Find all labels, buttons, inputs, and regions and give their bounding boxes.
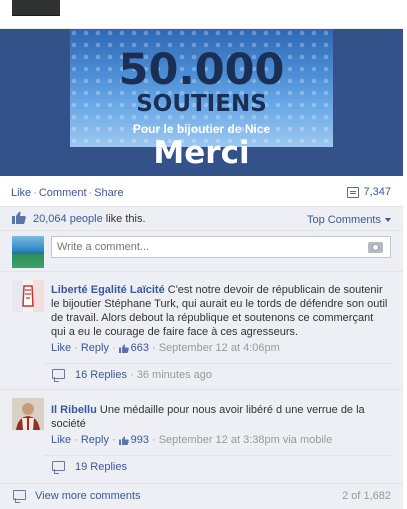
replies-link[interactable]: 19 Replies [75,461,127,473]
separator: · [152,434,156,446]
replies-link[interactable]: 16 Replies [75,369,127,381]
previous-post-thumbnail[interactable] [12,0,60,16]
share-count[interactable]: 7,347 [347,186,391,198]
avatar[interactable] [12,280,44,312]
chevron-down-icon [385,218,391,222]
comment-item: Il Ribellu Une médaille pour nous avoir … [0,390,403,484]
page-edge [403,0,407,509]
comment-link[interactable]: Comment [39,187,87,199]
share-count-value: 7,347 [363,186,391,198]
thumbs-up-icon [118,435,129,445]
replies-summary: 16 Replies · 36 minutes ago [75,369,212,381]
post-actions: Like · Comment · Share 7,347 [0,176,403,207]
comment-timestamp[interactable]: September 12 at 4:06pm [159,342,280,354]
comment-like-link[interactable]: Like [51,434,71,446]
replies-summary: 19 Replies [75,461,127,473]
comment-via: via mobile [282,434,333,446]
camera-icon[interactable] [368,242,383,253]
comment-count: 2 of 1,682 [342,490,391,502]
banner-word: SOUTIENS [136,91,267,117]
separator: · [126,369,137,381]
separator: · [88,187,93,199]
separator: · [33,187,37,199]
comment-body: Il Ribellu Une médaille pour nous avoir … [51,403,389,431]
comment-author[interactable]: Il Ribellu [51,404,97,416]
comment-timestamp[interactable]: September 12 at 3:38pm [159,434,280,446]
likes-summary: 20,064 people like this. [33,213,146,225]
comment-reply-link[interactable]: Reply [81,342,109,354]
share-link[interactable]: Share [94,187,123,199]
avatar[interactable] [12,398,44,430]
comment-input[interactable] [52,237,362,257]
reply-icon [52,461,65,474]
top-comments-label: Top Comments [307,214,381,226]
comment-icon [13,490,26,503]
likes-count-link[interactable]: 20,064 people [33,213,103,225]
view-more-row: View more comments 2 of 1,682 [0,484,403,509]
comment-author[interactable]: Liberté Egalité Laïcité [51,284,165,296]
comments-feed: 20,064 people like this. Top Comments Li… [0,207,403,509]
top-comments-dropdown[interactable]: Top Comments [307,214,391,226]
thumbs-up-icon [12,211,26,224]
comment-reply-link[interactable]: Reply [81,434,109,446]
action-links: Like · Comment · Share [11,187,124,199]
comment-like-count[interactable]: 663 [131,342,149,354]
replies-row[interactable]: 16 Replies · 36 minutes ago [44,363,391,385]
banner-subtitle: Pour le bijoutier de Nice [132,122,271,136]
comment-like-count[interactable]: 993 [131,434,149,446]
avatar [12,236,44,268]
banner-number: 50.000 [118,45,285,95]
replies-timestamp: 36 minutes ago [136,369,212,381]
write-comment-row [0,231,403,272]
separator: · [152,342,156,354]
likes-suffix: like this. [102,213,146,225]
separator: · [74,434,78,446]
comment-box [51,236,391,258]
comment-meta: Like · Reply · 663 · September 12 at 4:06pm [51,342,280,354]
separator: · [111,342,116,354]
share-icon [347,186,360,198]
comment-like-link[interactable]: Like [51,342,71,354]
comment-item: Liberté Egalité Laïcité C'est notre devo… [0,272,403,390]
replies-row[interactable]: 19 Replies [44,455,391,477]
view-more-comments-link[interactable]: View more comments [35,490,141,502]
likes-row: 20,064 people like this. Top Comments [0,207,403,231]
comment-body: Liberté Egalité Laïcité C'est notre devo… [51,283,389,339]
post-image[interactable]: 50.000 SOUTIENS Pour le bijoutier de Nic… [0,29,403,176]
reply-icon [52,369,65,382]
comment-meta: Like · Reply · 993 · September 12 at 3:38pm v… [51,434,332,446]
top-strip [0,0,407,29]
separator: · [74,342,78,354]
separator: · [111,434,116,446]
like-link[interactable]: Like [11,187,31,199]
thumbs-up-icon [118,343,129,353]
comment-text: Une médaille pour nous avoir libéré d un… [51,404,365,430]
banner-merci: Merci [153,135,250,171]
